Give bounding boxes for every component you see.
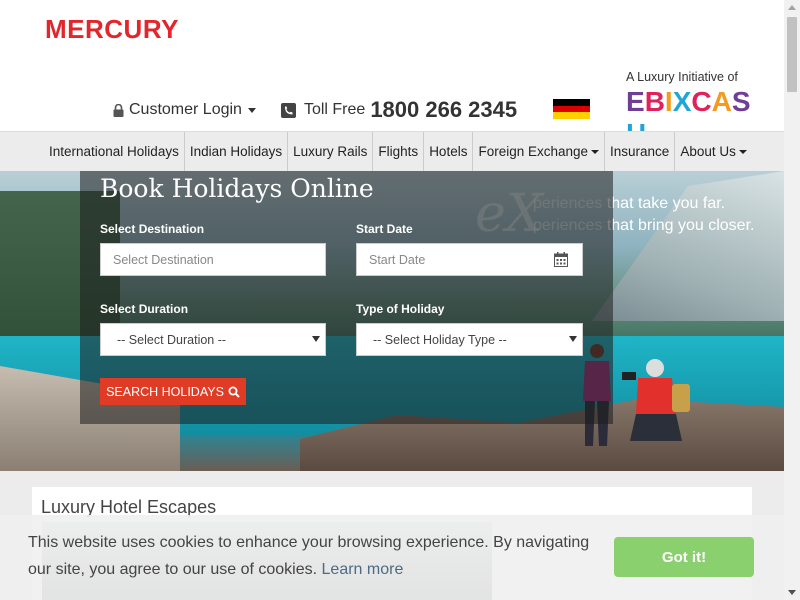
duration-select[interactable]: -- Select Duration --: [100, 323, 326, 356]
scroll-up-icon[interactable]: [788, 5, 796, 10]
destination-input[interactable]: Select Destination: [100, 243, 326, 276]
toll-free-number[interactable]: 1800 266 2345: [370, 97, 517, 123]
learn-more-link[interactable]: Learn more: [322, 561, 404, 578]
cookie-banner: This website uses cookies to enhance you…: [0, 515, 784, 600]
holiday-type-select[interactable]: -- Select Holiday Type --: [356, 323, 583, 356]
toll-free-label: Toll Free: [303, 101, 366, 118]
site-header: MERCURY Customer Login Toll Free 1800 26…: [0, 0, 784, 149]
holiday-type-label: Type of Holiday: [356, 302, 445, 316]
scroll-down-icon[interactable]: [788, 590, 796, 595]
customer-login-label: Customer Login: [129, 101, 242, 118]
start-date-label: Start Date: [356, 222, 413, 236]
cookie-message: This website uses cookies to enhance you…: [28, 534, 590, 578]
duration-label: Select Duration: [100, 302, 189, 316]
search-holidays-button[interactable]: SEARCH HOLIDAYS: [100, 378, 246, 405]
calendar-icon[interactable]: [554, 252, 568, 267]
page-scrollbar[interactable]: [784, 0, 800, 600]
scrollbar-thumb[interactable]: [787, 17, 797, 92]
nav-luxury-rails[interactable]: Luxury Rails: [288, 132, 374, 171]
hero-banner: eX periences that take you far. perience…: [0, 171, 784, 471]
accept-cookies-button[interactable]: Got it!: [614, 537, 754, 577]
chevron-down-icon: [591, 149, 600, 154]
search-icon: [228, 386, 240, 398]
nav-indian-holidays[interactable]: Indian Holidays: [185, 132, 289, 171]
mercury-logo[interactable]: MERCURY: [45, 14, 179, 45]
nav-flights[interactable]: Flights: [373, 132, 425, 171]
chevron-down-icon: [569, 336, 577, 342]
chevron-down-icon: [738, 149, 747, 154]
lock-icon: [113, 103, 124, 117]
toll-free: Toll Free 1800 266 2345: [280, 97, 517, 123]
panel-title: Book Holidays Online: [100, 174, 374, 203]
nav-international-holidays[interactable]: International Holidays: [44, 132, 185, 171]
top-bar: Customer Login Toll Free 1800 266 2345: [113, 96, 517, 124]
nav-about-us[interactable]: About Us: [675, 132, 752, 171]
nav-hotels[interactable]: Hotels: [424, 132, 474, 171]
customer-login-dropdown[interactable]: Customer Login: [113, 101, 256, 119]
main-nav: International Holidays Indian Holidays L…: [0, 131, 784, 171]
destination-label: Select Destination: [100, 222, 205, 236]
partner-tagline: A Luxury Initiative of: [626, 70, 738, 84]
photographer-figure: [622, 359, 690, 441]
phone-icon: [280, 102, 296, 118]
chevron-down-icon: [312, 336, 320, 342]
chevron-down-icon: [247, 107, 256, 113]
german-flag-icon[interactable]: [553, 99, 590, 119]
holiday-search-panel: Book Holidays Online Select Destination …: [80, 171, 613, 424]
nav-insurance[interactable]: Insurance: [605, 132, 676, 171]
start-date-input[interactable]: Start Date: [356, 243, 583, 276]
nav-foreign-exchange[interactable]: Foreign Exchange: [473, 132, 606, 171]
